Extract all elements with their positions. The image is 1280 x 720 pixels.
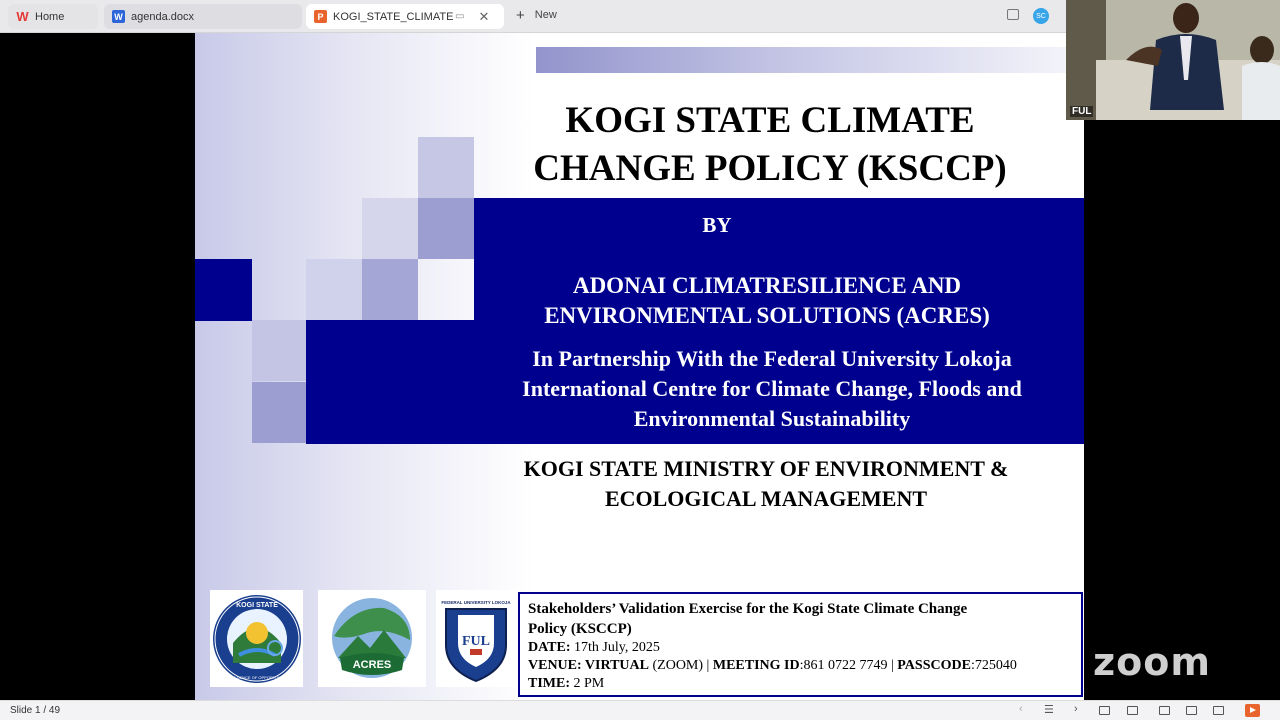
venue-label: VENUE: VIRTUAL: [528, 658, 649, 673]
slide-top-accent-bar: [536, 47, 1084, 73]
new-tab-label: New: [534, 9, 557, 21]
org-line-1: ADONAI CLIMATRESILIENCE AND: [572, 273, 962, 298]
mouse-cursor-icon: [1078, 177, 1083, 185]
slide-title: KOGI STATE CLIMATE CHANGE POLICY (KSCCP): [495, 97, 1045, 193]
partnership-text: In Partnership With the Federal Universi…: [454, 344, 1084, 434]
kogi-logo-top-text: KOGI STATE: [236, 602, 278, 609]
wps-logo-icon: W: [16, 9, 29, 24]
participant-name: FUL: [1070, 106, 1094, 117]
navy-band-step: [306, 320, 476, 444]
tab-agenda-docx[interactable]: W agenda.docx: [104, 4, 302, 29]
participant-video[interactable]: [1066, 0, 1280, 120]
ful-logo-letters: FUL: [462, 634, 490, 649]
time-value: 2 PM: [570, 676, 605, 691]
tab-bar: W Home W agenda.docx P KOGI_STATE_CLIMAT…: [0, 0, 1066, 33]
notes-view-icon[interactable]: [1213, 706, 1224, 715]
zoom-logo: zoom: [1093, 640, 1211, 684]
normal-view-icon[interactable]: [1099, 706, 1110, 715]
window-restore-icon[interactable]: [1007, 9, 1019, 20]
ministry-line-1: KOGI STATE MINISTRY OF ENVIRONMENT &: [523, 456, 1009, 481]
date-value: 17th July, 2025: [570, 640, 660, 655]
tab-home[interactable]: W Home: [8, 4, 98, 29]
organization-name: ADONAI CLIMATRESILIENCE AND ENVIRONMENTA…: [474, 271, 1060, 331]
date-label: DATE:: [528, 640, 571, 655]
close-tab-icon[interactable]: ✕: [478, 9, 489, 25]
decor-square: [418, 137, 474, 198]
previous-slide-icon[interactable]: ‹: [1019, 703, 1023, 715]
info-heading-line-1: Stakeholders’ Validation Exercise for th…: [528, 601, 968, 617]
passcode-label: PASSCODE: [897, 658, 971, 673]
acres-logo: ACRES: [318, 590, 426, 687]
monitor-icon[interactable]: ▭: [455, 11, 464, 22]
event-info-box: Stakeholders’ Validation Exercise for th…: [518, 592, 1083, 697]
ministry-line-2: ECOLOGICAL MANAGEMENT: [604, 486, 928, 511]
meeting-id-value: :861 0722 7749 |: [799, 658, 898, 673]
info-time: TIME: 2 PM: [528, 675, 1073, 693]
passcode-value: :725040: [970, 658, 1017, 673]
status-bar: Slide 1 / 49 ‹ ☰ ›: [0, 700, 1280, 720]
ful-logo: FEDERAL UNIVERSITY LOKOJA FUL: [436, 590, 516, 687]
tab-doc-label: agenda.docx: [131, 10, 194, 23]
venue-value: (ZOOM) |: [649, 658, 713, 673]
slide-sorter-icon[interactable]: [1186, 706, 1197, 715]
title-line-2: CHANGE POLICY (KSCCP): [533, 148, 1007, 189]
ful-logo-top-text: FEDERAL UNIVERSITY LOKOJA: [441, 600, 511, 605]
left-navy-bar: [195, 259, 252, 321]
decor-square: [362, 198, 418, 259]
org-line-2: ENVIRONMENTAL SOLUTIONS (ACRES): [544, 303, 990, 328]
partner-line-3: Environmental Sustainability: [633, 406, 911, 431]
ministry-name: KOGI STATE MINISTRY OF ENVIRONMENT & ECO…: [475, 454, 1057, 514]
tab-presentation-label: KOGI_STATE_CLIMATE_CHAN: [333, 10, 453, 23]
by-label: BY: [702, 213, 732, 237]
tab-presentation[interactable]: P KOGI_STATE_CLIMATE_CHAN ▭ ✕: [306, 4, 504, 29]
info-date: DATE: 17th July, 2025: [528, 639, 1073, 657]
info-heading-line-2: Policy (KSCCP): [528, 621, 632, 637]
new-tab-button[interactable]: + New: [516, 6, 557, 24]
time-label: TIME:: [528, 676, 570, 691]
word-doc-icon: W: [112, 10, 125, 23]
plus-icon: +: [516, 6, 525, 24]
kogi-state-logo: KOGI STATE CONFLUENCE OF OPPORTUNITIES: [210, 590, 303, 687]
decor-square: [252, 382, 308, 443]
info-venue: VENUE: VIRTUAL (ZOOM) | MEETING ID:861 0…: [528, 657, 1073, 675]
decor-square: [252, 320, 308, 381]
decor-square: [362, 259, 418, 320]
play-slideshow-button[interactable]: [1245, 704, 1260, 717]
decor-square: [418, 198, 474, 259]
partner-line-2: International Centre for Climate Change,…: [522, 376, 1022, 401]
next-slide-icon[interactable]: ›: [1074, 703, 1078, 715]
partner-line-1: In Partnership With the Federal Universi…: [532, 346, 1012, 371]
user-avatar[interactable]: SC: [1033, 8, 1049, 24]
meeting-id-label: MEETING ID: [712, 658, 800, 673]
tab-home-label: Home: [35, 10, 65, 23]
fit-page-icon[interactable]: [1127, 706, 1138, 715]
reading-view-icon[interactable]: [1159, 706, 1170, 715]
presentation-icon: P: [314, 10, 327, 23]
slide-counter: Slide 1 / 49: [10, 705, 61, 716]
presentation-slide: KOGI STATE CLIMATE CHANGE POLICY (KSCCP)…: [195, 33, 1084, 700]
decor-square: [306, 259, 362, 320]
kogi-logo-bottom-text: CONFLUENCE OF OPPORTUNITIES: [223, 675, 291, 680]
slide-list-icon[interactable]: ☰: [1044, 703, 1054, 716]
acres-logo-text: ACRES: [353, 659, 392, 671]
title-line-1: KOGI STATE CLIMATE: [565, 100, 975, 141]
